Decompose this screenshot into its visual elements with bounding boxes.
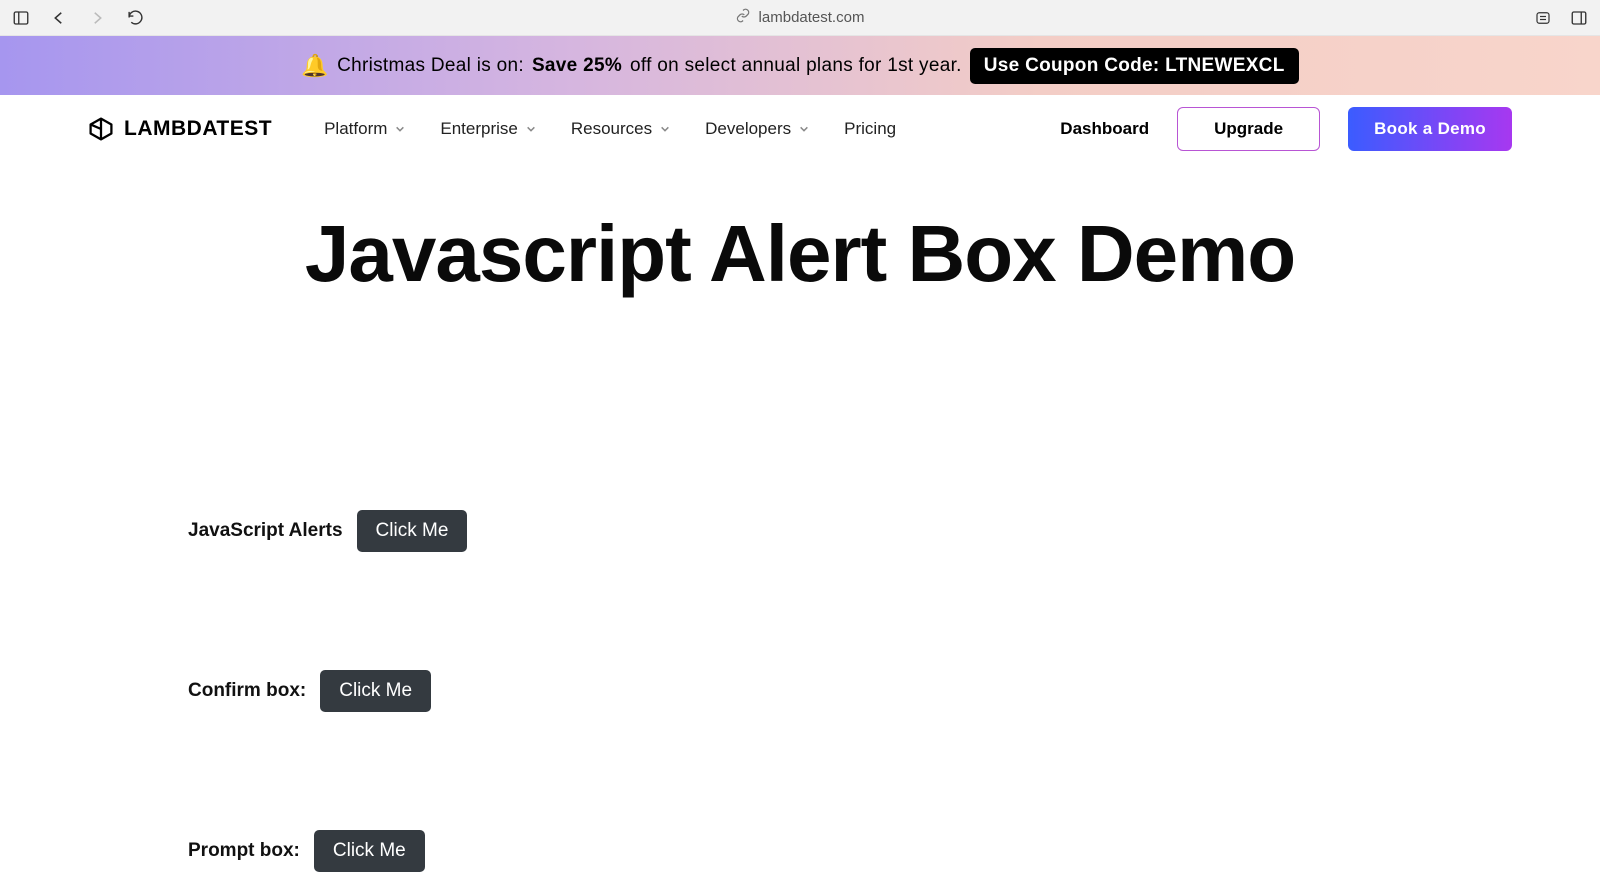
brand-text: LAMBDATEST [124,117,272,141]
sidebar-icon[interactable] [12,9,30,27]
back-icon[interactable] [50,9,68,27]
link-icon [736,8,751,27]
chevron-down-icon [526,124,536,134]
prompt-button[interactable]: Click Me [314,830,425,872]
url-text: lambdatest.com [759,9,865,26]
nav-platform[interactable]: Platform [324,119,405,139]
nav-enterprise-label: Enterprise [440,119,517,139]
upgrade-button[interactable]: Upgrade [1177,107,1320,151]
confirm-row: Confirm box: Click Me [188,670,1412,712]
reader-icon[interactable] [1534,9,1552,27]
promo-banner[interactable]: 🔔 Christmas Deal is on: Save 25% off on … [0,36,1600,95]
dashboard-link[interactable]: Dashboard [1060,119,1149,139]
demo-section: JavaScript Alerts Click Me Confirm box: … [0,510,1600,872]
nav-developers[interactable]: Developers [705,119,809,139]
alert-label: JavaScript Alerts [188,520,343,542]
chevron-down-icon [799,124,809,134]
promo-coupon: Use Coupon Code: LTNEWEXCL [970,48,1299,84]
nav-resources[interactable]: Resources [571,119,670,139]
lambdatest-logo-icon [88,116,114,142]
nav-enterprise[interactable]: Enterprise [440,119,535,139]
chevron-down-icon [660,124,670,134]
chevron-down-icon [395,124,405,134]
alert-button[interactable]: Click Me [357,510,468,552]
forward-icon [88,9,106,27]
prompt-label: Prompt box: [188,840,300,862]
site-header: LAMBDATEST Platform Enterprise Resources… [0,95,1600,162]
main-nav: Platform Enterprise Resources Developers… [324,119,896,139]
panel-right-icon[interactable] [1570,9,1588,27]
confirm-button[interactable]: Click Me [320,670,431,712]
reload-icon[interactable] [126,9,144,27]
brand-logo[interactable]: LAMBDATEST [88,116,272,142]
browser-toolbar: lambdatest.com [0,0,1600,36]
url-display[interactable]: lambdatest.com [736,8,865,27]
bell-icon: 🔔 [301,53,329,79]
nav-platform-label: Platform [324,119,387,139]
nav-pricing-label: Pricing [844,119,896,139]
promo-suffix: off on select annual plans for 1st year. [630,55,962,77]
promo-prefix: Christmas Deal is on: [337,55,524,77]
nav-resources-label: Resources [571,119,652,139]
prompt-row: Prompt box: Click Me [188,830,1412,872]
promo-bold: Save 25% [532,55,622,77]
nav-developers-label: Developers [705,119,791,139]
book-demo-button[interactable]: Book a Demo [1348,107,1512,151]
alert-row: JavaScript Alerts Click Me [188,510,1412,552]
confirm-label: Confirm box: [188,680,306,702]
nav-pricing[interactable]: Pricing [844,119,896,139]
page-title: Javascript Alert Box Demo [0,208,1600,300]
